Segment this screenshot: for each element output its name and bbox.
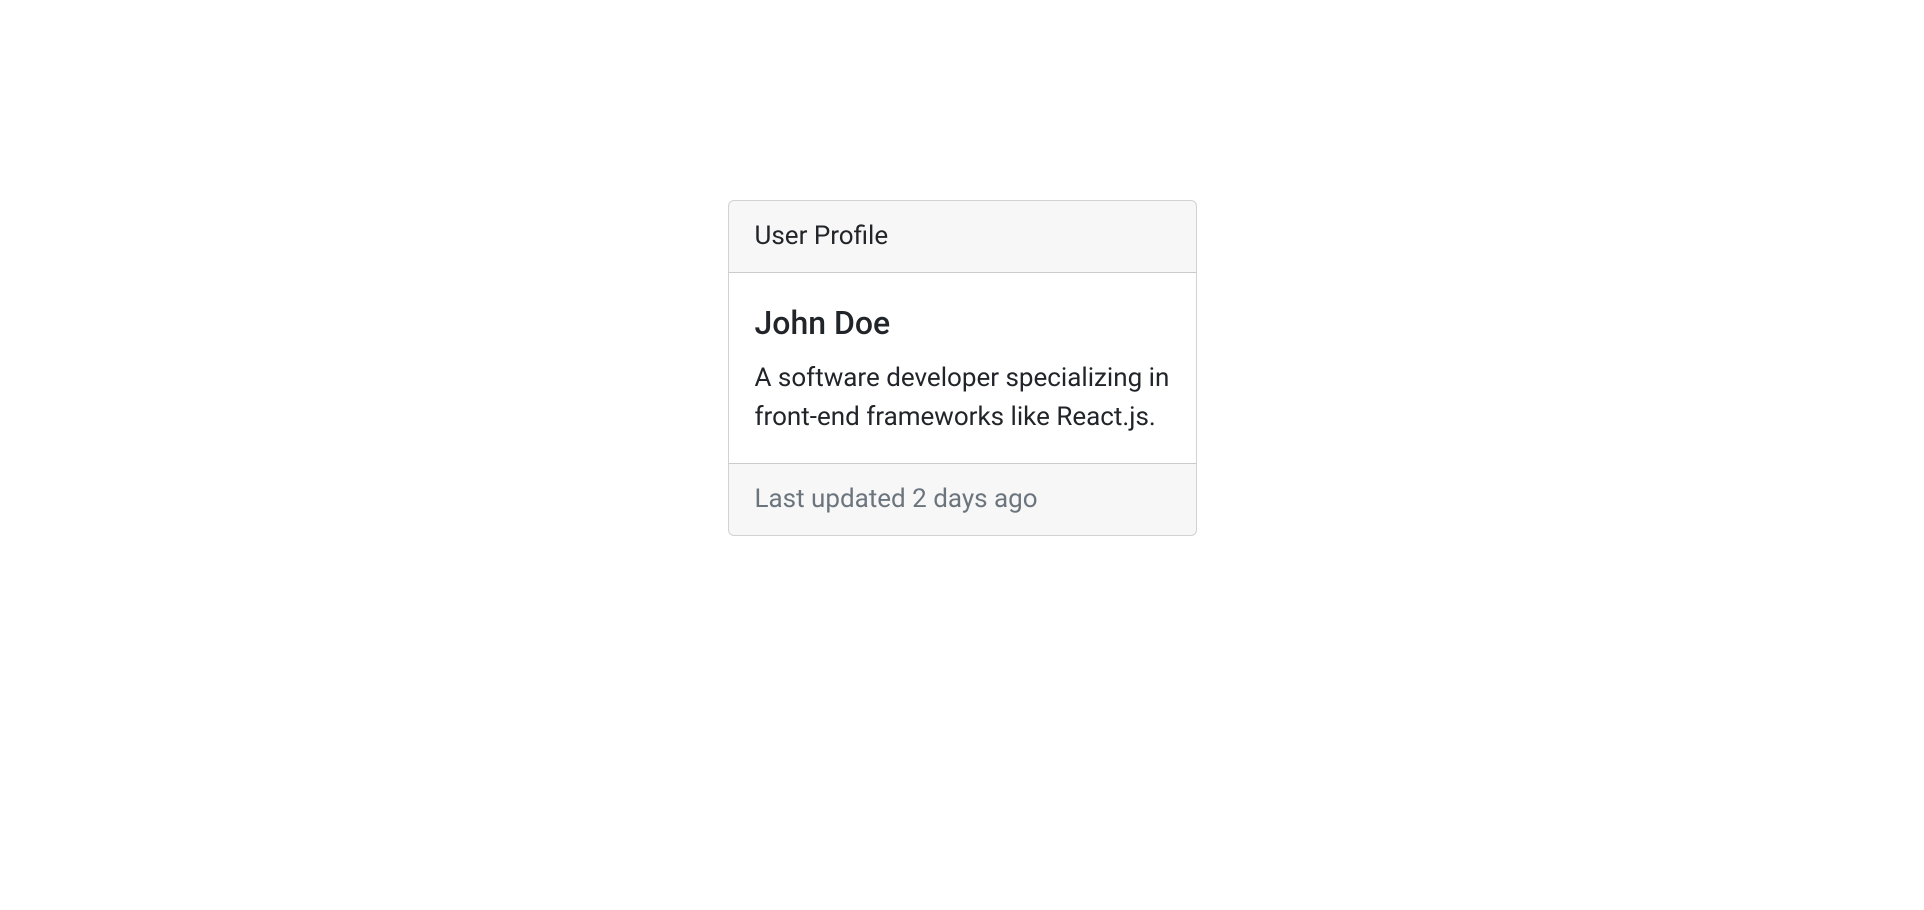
card-title: John Doe [755,299,1170,347]
user-profile-card: User Profile John Doe A software develop… [728,200,1197,536]
card-text: A software developer specializing in fro… [755,359,1170,437]
card-footer: Last updated 2 days ago [729,463,1196,535]
card-header: User Profile [729,201,1196,273]
card-body: John Doe A software developer specializi… [729,273,1196,463]
